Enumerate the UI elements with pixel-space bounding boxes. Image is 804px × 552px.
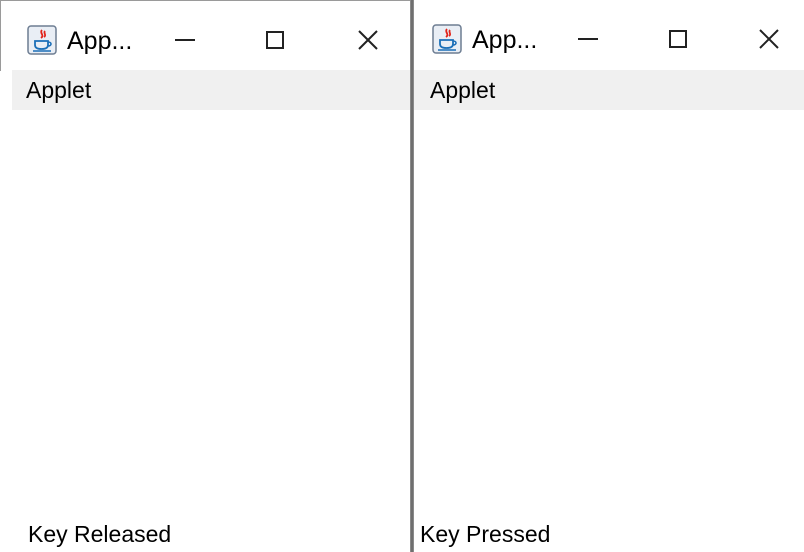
applet-canvas[interactable]: Key Pressed xyxy=(414,110,804,552)
key-event-status: Key Pressed xyxy=(420,521,551,547)
menu-bar: Applet xyxy=(12,70,410,110)
minimize-button[interactable] xyxy=(566,20,610,58)
key-event-status: Key Released xyxy=(28,521,172,547)
close-icon xyxy=(759,29,779,49)
java-coffee-icon[interactable] xyxy=(27,25,57,55)
close-button[interactable] xyxy=(747,20,791,58)
menu-applet[interactable]: Applet xyxy=(430,77,495,103)
menu-applet[interactable]: Applet xyxy=(26,77,91,103)
menu-bar: Applet xyxy=(414,70,804,110)
maximize-icon xyxy=(266,31,284,49)
applet-window-left: App... Applet Key Released xyxy=(0,0,410,552)
window-title: App... xyxy=(67,27,133,55)
applet-window-right: App... Applet Key Pressed xyxy=(414,0,804,552)
applet-canvas[interactable]: Key Released xyxy=(12,110,410,552)
minimize-button[interactable] xyxy=(163,21,207,59)
window-title: App... xyxy=(472,26,538,54)
close-button[interactable] xyxy=(346,21,390,59)
desktop: App... Applet Key Released App... Applet… xyxy=(0,0,804,552)
close-icon xyxy=(358,30,378,50)
title-bar[interactable]: App... xyxy=(0,0,410,71)
maximize-button[interactable] xyxy=(253,21,297,59)
minimize-icon xyxy=(175,39,195,41)
minimize-icon xyxy=(578,38,598,40)
window-divider-line xyxy=(411,0,413,552)
maximize-icon xyxy=(669,30,687,48)
java-coffee-icon[interactable] xyxy=(432,24,462,54)
title-bar[interactable]: App... xyxy=(414,0,804,70)
maximize-button[interactable] xyxy=(656,20,700,58)
